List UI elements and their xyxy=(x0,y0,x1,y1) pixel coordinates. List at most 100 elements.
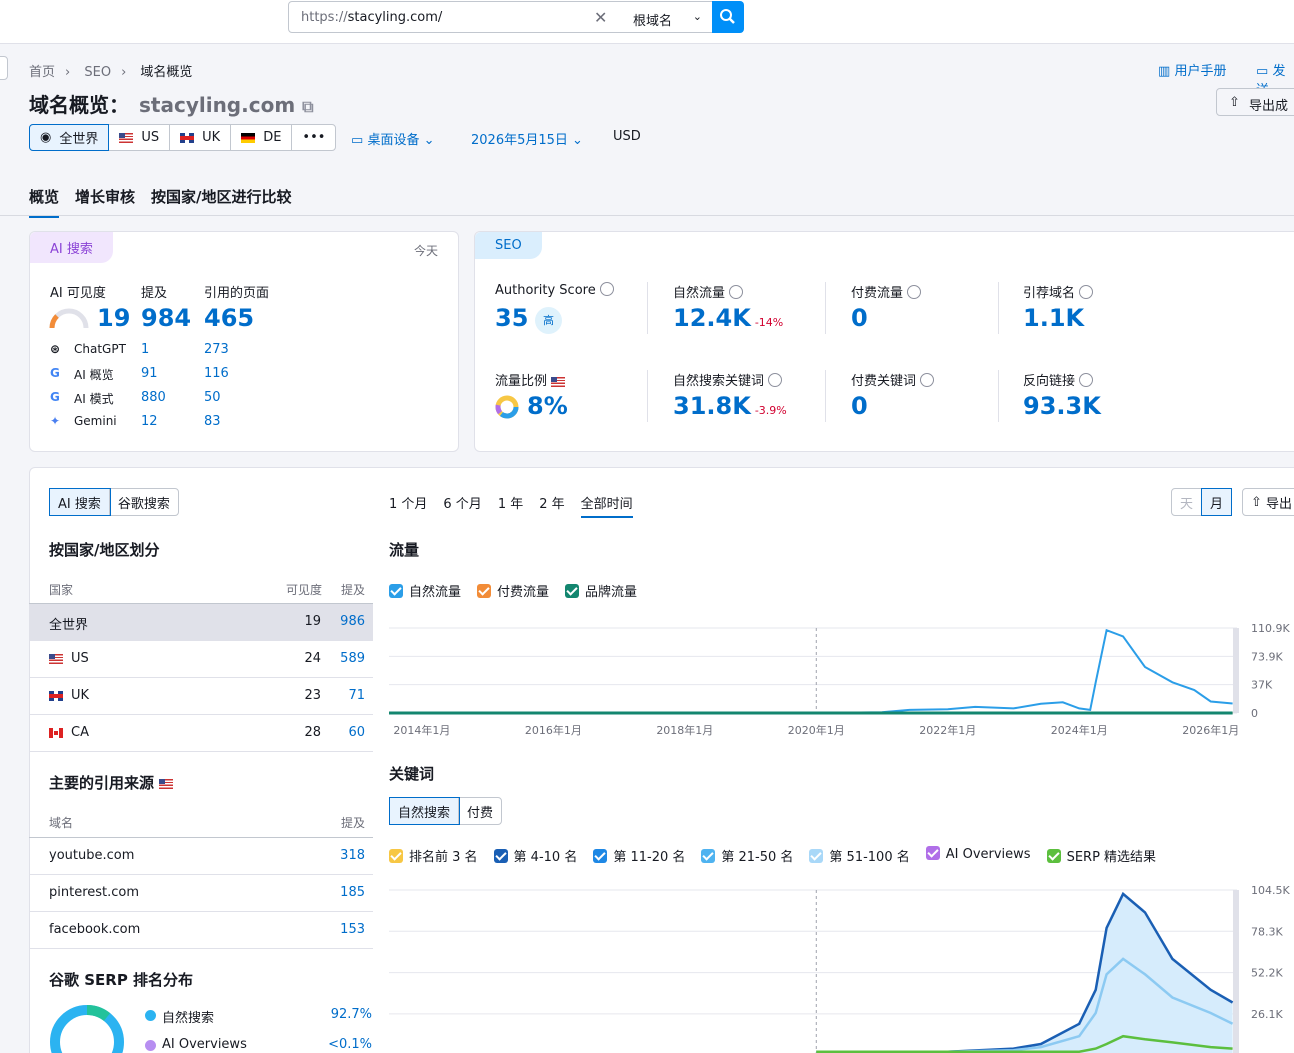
toggle-organic[interactable]: 自然搜索 xyxy=(388,797,461,825)
domain-search-input[interactable]: https://stacyling.com/ ✕ xyxy=(288,1,622,33)
checkbox-icon[interactable] xyxy=(565,584,580,598)
ai-source-mentions[interactable]: 1 xyxy=(141,342,149,357)
source-row[interactable]: youtube.com 318 xyxy=(29,838,373,875)
ai-source-pages[interactable]: 50 xyxy=(204,390,221,405)
source-mentions[interactable]: 153 xyxy=(340,922,365,937)
toggle-paid[interactable]: 付费 xyxy=(459,798,501,824)
country-mentions[interactable]: 986 xyxy=(340,614,365,629)
source-domain[interactable]: youtube.com xyxy=(49,848,134,863)
authority-score-value[interactable]: 35 xyxy=(495,304,528,332)
organic-traffic-number[interactable]: 12.4K xyxy=(673,304,751,332)
country-mentions[interactable]: 589 xyxy=(340,651,365,666)
user-manual-link[interactable]: ▥ 用户手册 xyxy=(1158,60,1226,79)
legend-item[interactable]: 第 11-20 名 xyxy=(593,846,685,865)
checkbox-icon[interactable] xyxy=(701,849,716,863)
region-de[interactable]: DE xyxy=(231,125,293,150)
legend-item[interactable]: 第 51-100 名 xyxy=(809,846,910,865)
ai-source-pages[interactable]: 116 xyxy=(204,366,229,381)
breadcrumb-seo[interactable]: SEO xyxy=(84,65,111,80)
legend-item[interactable]: 付费流量 xyxy=(477,581,549,600)
page-title-domain[interactable]: stacyling.com xyxy=(139,93,295,117)
search-button[interactable] xyxy=(712,1,744,33)
legend-item[interactable]: 排名前 3 名 xyxy=(389,846,478,865)
source-row[interactable]: pinterest.com 185 xyxy=(29,875,373,912)
cited-pages-value[interactable]: 465 xyxy=(204,304,254,332)
legend-item[interactable]: 自然流量 xyxy=(389,581,461,600)
checkbox-icon[interactable] xyxy=(493,849,508,863)
range-1y[interactable]: 1 年 xyxy=(498,493,523,518)
checkbox-icon[interactable] xyxy=(1046,849,1061,863)
serp-legend-value[interactable]: 92.7% xyxy=(300,1007,372,1022)
ai-source-name: AI 模式 xyxy=(74,392,114,406)
range-6m[interactable]: 6 个月 xyxy=(443,493,481,518)
source-mentions[interactable]: 185 xyxy=(340,885,365,900)
checkbox-icon[interactable] xyxy=(809,849,824,863)
granularity-day[interactable]: 天 xyxy=(1172,489,1203,515)
clear-icon[interactable]: ✕ xyxy=(594,8,607,27)
organic-keywords-number[interactable]: 31.8K xyxy=(673,392,751,420)
date-dropdown[interactable]: 2026年5月15日 ⌄ xyxy=(471,129,583,148)
export-pdf-button[interactable]: ⇧ 导出成 xyxy=(1216,88,1294,116)
ai-source-mentions[interactable]: 880 xyxy=(141,390,166,405)
info-icon[interactable] xyxy=(920,373,935,387)
serp-legend-value[interactable]: <0.1% xyxy=(300,1037,372,1052)
info-icon[interactable] xyxy=(729,285,744,299)
source-mentions[interactable]: 318 xyxy=(340,848,365,863)
more-regions-button[interactable]: ••• xyxy=(292,125,335,150)
info-icon[interactable] xyxy=(1079,373,1094,387)
device-dropdown[interactable]: ▭ 桌面设备 ⌄ xyxy=(351,129,434,148)
info-icon[interactable] xyxy=(768,373,783,387)
sidebar-collapse-handle[interactable] xyxy=(0,56,8,80)
checkbox-icon[interactable] xyxy=(925,846,940,860)
country-row[interactable]: US 24 589 xyxy=(29,641,373,678)
paid-keywords-value[interactable]: 0 xyxy=(851,392,868,420)
country-mentions[interactable]: 60 xyxy=(348,725,365,740)
checkbox-icon[interactable] xyxy=(389,584,403,598)
toggle-ai-search[interactable]: AI 搜索 xyxy=(49,488,111,516)
source-domain[interactable]: facebook.com xyxy=(49,922,140,937)
ai-source-mentions[interactable]: 91 xyxy=(141,366,158,381)
range-all[interactable]: 全部时间 xyxy=(580,493,633,518)
checkbox-icon[interactable] xyxy=(477,584,492,598)
chart-export-text: 导出 xyxy=(1266,496,1293,512)
chart-export-button[interactable]: ⇧ 导出 xyxy=(1242,488,1294,516)
country-row[interactable]: UK 23 71 xyxy=(29,678,373,715)
legend-item[interactable]: 品牌流量 xyxy=(565,581,637,600)
legend-item[interactable]: 第 21-50 名 xyxy=(701,846,793,865)
ai-source-pages[interactable]: 83 xyxy=(204,414,221,429)
source-row[interactable]: facebook.com 153 xyxy=(29,912,373,949)
traffic-share-value[interactable]: 8% xyxy=(527,392,568,420)
scope-select[interactable]: 根域名 ⌄ xyxy=(621,1,713,33)
paid-traffic-value[interactable]: 0 xyxy=(851,304,868,332)
info-icon[interactable] xyxy=(599,282,614,296)
info-icon[interactable] xyxy=(907,285,922,299)
external-link-icon[interactable]: ⧉ xyxy=(302,97,313,116)
checkbox-icon[interactable] xyxy=(389,849,403,863)
ai-source-mentions[interactable]: 12 xyxy=(141,414,158,429)
toggle-google-search[interactable]: 谷歌搜索 xyxy=(110,489,178,515)
region-uk[interactable]: UK xyxy=(170,125,232,150)
checkbox-icon[interactable] xyxy=(593,849,608,863)
info-icon[interactable] xyxy=(1079,285,1094,299)
ai-source-pages[interactable]: 273 xyxy=(204,342,229,357)
backlinks-value[interactable]: 93.3K xyxy=(1023,392,1101,420)
tab-growth-audit[interactable]: 增长审核 xyxy=(75,186,135,218)
source-domain[interactable]: pinterest.com xyxy=(49,885,139,900)
range-1m[interactable]: 1 个月 xyxy=(389,493,427,518)
breadcrumb-home[interactable]: 首页 xyxy=(29,65,55,80)
legend-item[interactable]: 第 4-10 名 xyxy=(493,846,577,865)
tab-overview[interactable]: 概览 xyxy=(29,186,60,218)
range-2y[interactable]: 2 年 xyxy=(539,493,564,518)
region-us[interactable]: US xyxy=(109,125,171,150)
region-worldwide[interactable]: ◉ 全世界 xyxy=(29,124,110,151)
country-row[interactable]: 全世界 19 986 xyxy=(29,604,373,641)
mentions-value[interactable]: 984 xyxy=(141,304,191,332)
country-row[interactable]: CA 28 60 xyxy=(29,715,373,752)
referring-domains-value[interactable]: 1.1K xyxy=(1023,304,1084,332)
ai-visibility-value[interactable]: 19 xyxy=(97,304,130,332)
country-mentions[interactable]: 71 xyxy=(348,688,365,703)
legend-item[interactable]: AI Overviews xyxy=(925,846,1031,865)
granularity-month[interactable]: 月 xyxy=(1201,488,1233,516)
legend-item[interactable]: SERP 精选结果 xyxy=(1046,846,1156,865)
tab-compare-countries[interactable]: 按国家/地区进行比较 xyxy=(151,186,291,218)
